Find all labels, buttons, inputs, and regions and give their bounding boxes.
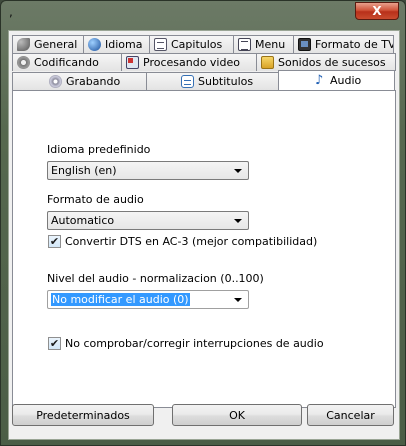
tab-label: Grabando [66, 75, 121, 88]
defaults-button-label: Predeterminados [36, 408, 130, 422]
audio-level-value-wrap: No modificar el audio (0) [51, 293, 230, 306]
tab-general[interactable]: General [12, 35, 84, 53]
chevron-down-icon [234, 297, 242, 302]
tab-row-3: Grabando Subtitulos ♪ Audio [12, 70, 395, 90]
tab-menu[interactable]: Menu [233, 35, 294, 53]
audio-tab-panel: Idioma predefinido English (en) Formato … [12, 90, 396, 408]
document-icon [154, 38, 167, 51]
chevron-down-icon [234, 218, 242, 223]
window-title: , [9, 5, 13, 19]
cancel-button-label: Cancelar [326, 408, 375, 422]
tab-label: Idioma [105, 38, 143, 51]
subtitles-icon [181, 75, 194, 88]
close-icon: X [372, 4, 382, 18]
menu-icon [238, 38, 251, 51]
no-check-interruptions-label: No comprobar/corregir interrupciones de … [65, 337, 324, 350]
tab-label: Subtitulos [198, 75, 254, 88]
default-language-select[interactable]: English (en) [47, 161, 249, 180]
audio-level-label: Nivel del audio - normalizacion (0..100) [47, 272, 264, 285]
default-language-value: English (en) [51, 164, 117, 177]
tab-capitulos[interactable]: Capitulos [149, 35, 234, 53]
dts-to-ac3-checkbox-row[interactable]: ✔ Convertir DTS en AC-3 (mejor compatibi… [48, 235, 317, 248]
tab-row-1: General Idioma Capitulos Menu Formato de… [12, 35, 394, 53]
globe-icon [88, 38, 101, 51]
tab-label: General [34, 38, 78, 51]
dts-to-ac3-checkbox[interactable]: ✔ [48, 235, 61, 248]
tab-audio[interactable]: ♪ Audio [278, 70, 395, 90]
dts-to-ac3-label: Convertir DTS en AC-3 (mejor compatibili… [65, 235, 318, 248]
tab-subtitulos[interactable]: Subtitulos [146, 72, 279, 90]
no-check-interruptions-checkbox[interactable]: ✔ [48, 337, 61, 350]
tv-icon [298, 38, 311, 51]
audio-level-combobox[interactable]: No modificar el audio (0) [47, 290, 249, 309]
tab-label: Capitulos [171, 38, 223, 51]
tab-formato-tv[interactable]: Formato de TV [293, 35, 394, 53]
tab-codificando[interactable]: Codificando [12, 53, 122, 71]
ok-button-label: OK [229, 408, 245, 422]
close-button[interactable]: X [355, 2, 399, 20]
audio-format-value: Automatico [51, 214, 115, 227]
dialog-client-area: General Idioma Capitulos Menu Formato de… [8, 30, 400, 440]
audio-level-value[interactable]: No modificar el audio (0) [51, 293, 190, 306]
tab-procesando-video[interactable]: Procesando video [121, 53, 257, 71]
cancel-button[interactable]: Cancelar [307, 404, 394, 426]
tab-label: Audio [330, 74, 362, 87]
checkmark-icon: ✔ [49, 235, 60, 248]
dialog-window: , X General Idioma Capitulos Menu Format… [0, 0, 406, 446]
audio-format-label: Formato de audio [47, 193, 144, 206]
wrench-icon [17, 38, 30, 51]
tab-grabando[interactable]: Grabando [12, 72, 147, 90]
ok-button[interactable]: OK [172, 404, 302, 426]
tab-label: Menu [255, 38, 286, 51]
audio-format-select[interactable]: Automatico [47, 211, 249, 230]
tab-sonidos-sucesos[interactable]: Sonidos de sucesos [256, 53, 396, 71]
chevron-down-icon [234, 168, 242, 173]
checkmark-icon: ✔ [49, 337, 60, 350]
tab-label: Formato de TV [315, 38, 394, 51]
music-note-icon: ♪ [315, 73, 324, 88]
folder-icon [261, 56, 274, 69]
tab-label: Procesando video [143, 56, 240, 69]
processing-icon [126, 56, 139, 69]
tab-idioma[interactable]: Idioma [83, 35, 150, 53]
tab-label: Sonidos de sucesos [278, 56, 386, 69]
no-check-interruptions-checkbox-row[interactable]: ✔ No comprobar/corregir interrupciones d… [48, 337, 324, 350]
disc-icon [49, 75, 62, 88]
dialog-button-bar: Predeterminados OK Cancelar [9, 381, 399, 439]
defaults-button[interactable]: Predeterminados [12, 404, 154, 426]
tab-label: Codificando [34, 56, 99, 69]
gear-icon [17, 56, 30, 69]
default-language-label: Idioma predefinido [47, 143, 151, 156]
tab-row-2: Codificando Procesando video Sonidos de … [12, 53, 396, 71]
